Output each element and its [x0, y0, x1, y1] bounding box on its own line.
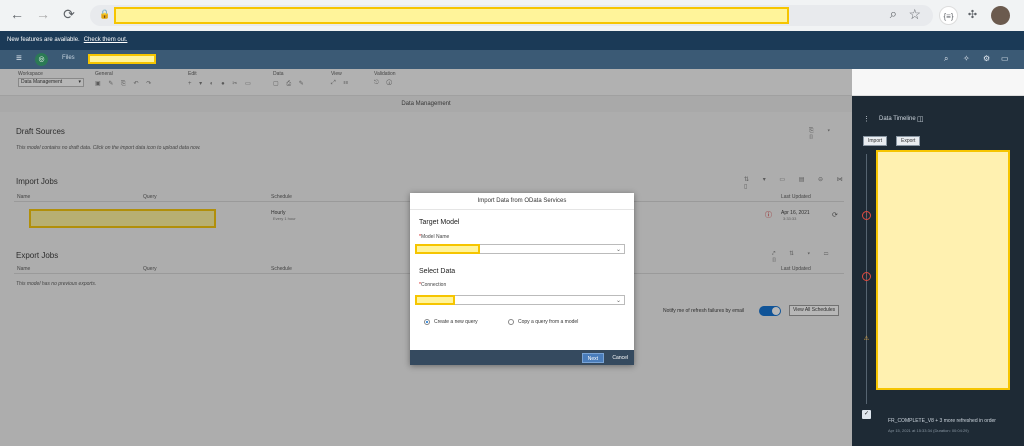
checkbox-icon[interactable]: ✓: [862, 410, 871, 419]
timeline-import-button[interactable]: Import: [863, 136, 888, 146]
copy-query-radio[interactable]: Copy a query from a model: [508, 319, 578, 325]
puzzle-icon[interactable]: ✣: [963, 6, 982, 25]
next-button[interactable]: Next: [581, 353, 604, 363]
shell-bar: ≡ ◎ Files ⌕ ✧ ⚙ ▭: [0, 50, 1024, 69]
dialog-footer: Next Cancel: [410, 350, 634, 365]
lock-icon: 🔒: [99, 9, 111, 19]
error-icon: !: [862, 211, 871, 220]
info-banner: New features are available. Check them ou…: [0, 31, 1024, 50]
notifications-icon[interactable]: ⚙: [983, 54, 990, 63]
import-odata-dialog: Import Data from OData Services Target M…: [410, 193, 634, 365]
select-data-heading: Select Data: [419, 268, 456, 275]
forward-arrow-icon[interactable]: →: [32, 6, 54, 22]
extension-icon[interactable]: {≡}: [939, 6, 958, 25]
model-name-label-text: Model Name: [420, 234, 450, 240]
info-banner-link[interactable]: Check them out.: [84, 37, 128, 43]
timeline-export-button[interactable]: Export: [896, 136, 921, 146]
connection-label: *Connection: [419, 282, 447, 288]
redacted-model-name: [415, 244, 480, 254]
browser-toolbar: ← → ⟳ 🔒 ⌕ ☆ {≡} ✣: [0, 0, 1024, 31]
data-timeline-title: Data Timeline: [879, 116, 916, 122]
bookmark-star-icon[interactable]: ☆: [908, 6, 921, 23]
create-new-query-label: Create a new query: [434, 319, 478, 325]
radio-unselected-icon: [508, 319, 514, 325]
app-logo-icon[interactable]: ◎: [35, 53, 48, 66]
redacted-connection: [415, 295, 455, 305]
more-icon[interactable]: ⋮: [863, 115, 870, 123]
create-new-query-radio[interactable]: Create a new query: [424, 319, 478, 325]
radio-selected-icon: [424, 319, 430, 325]
info-banner-text: New features are available.: [7, 37, 80, 43]
redacted-breadcrumb: [88, 54, 156, 64]
reload-icon[interactable]: ⟳: [58, 6, 80, 23]
model-name-label: *Model Name: [419, 234, 450, 240]
timeline-bottom-time: Apr 15, 2021 at 15:33:34 (Duration: 00:0…: [888, 428, 969, 433]
search-icon[interactable]: ⌕: [944, 54, 948, 64]
warning-icon: ⚠: [863, 336, 870, 342]
chevron-down-icon: ⌄: [615, 247, 621, 253]
timeline-bottom-text: FR_COMPLETE_V8 + 3 more refreshed in ord…: [888, 418, 996, 424]
zoom-icon[interactable]: ⌕: [890, 6, 897, 22]
redacted-timeline-content: [876, 150, 1010, 390]
redacted-url: [114, 7, 789, 24]
dialog-title: Import Data from OData Services: [410, 193, 634, 210]
cancel-button[interactable]: Cancel: [612, 353, 628, 363]
chat-icon[interactable]: ▭: [1001, 54, 1009, 63]
collapse-icon[interactable]: ◫: [917, 115, 924, 123]
lightbulb-icon[interactable]: ✧: [963, 54, 970, 63]
hamburger-menu-icon[interactable]: ≡: [16, 53, 22, 64]
error-icon: !: [862, 272, 871, 281]
copy-query-label: Copy a query from a model: [518, 319, 579, 325]
address-bar[interactable]: 🔒 ⌕ ☆: [90, 5, 933, 26]
browser-avatar[interactable]: [991, 6, 1010, 25]
breadcrumb-files[interactable]: Files: [62, 55, 75, 61]
chevron-down-icon: ⌄: [615, 298, 621, 304]
target-model-heading: Target Model: [419, 219, 460, 226]
back-arrow-icon[interactable]: ←: [6, 6, 28, 22]
connection-label-text: Connection: [420, 282, 447, 288]
